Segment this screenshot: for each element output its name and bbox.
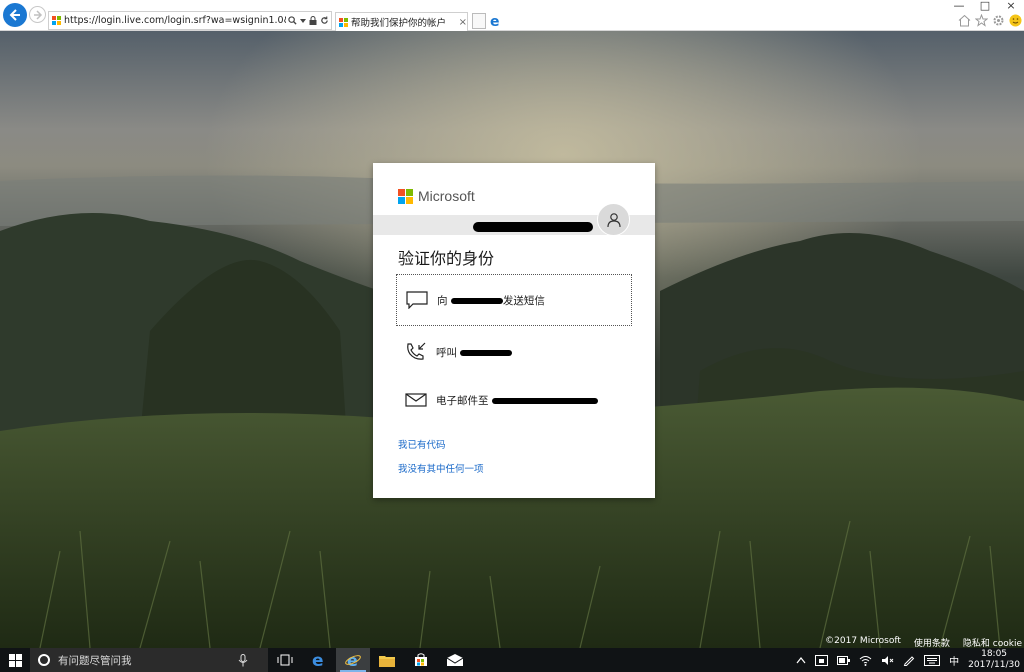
new-tab-button[interactable] [472,13,486,29]
option-label: 电子邮件至 [436,393,598,408]
taskbar-edge[interactable]: e [302,648,336,672]
taskbar-ie[interactable]: e [336,648,370,672]
keyboard-icon[interactable] [924,654,941,666]
arrow-right-icon [33,9,42,20]
svg-text:e: e [490,14,500,29]
window-controls: — □ × [946,0,1024,14]
mail-icon [396,393,436,407]
tab-title: 帮助我们保护你的帐户 [351,18,447,29]
cortana-icon [38,654,50,666]
taskbar-search[interactable]: 有问题尽管问我 [30,648,268,672]
pen-icon[interactable] [903,654,915,666]
site-favicon [52,16,61,25]
store-icon [415,653,427,666]
edge-icon[interactable]: e [489,13,503,30]
mail-icon [447,654,463,666]
smiley-icon[interactable] [1009,14,1022,27]
search-icon[interactable] [288,16,297,25]
option-label: 向 发送短信 [437,293,545,308]
phone-call-icon [396,342,436,362]
page-title: 验证你的身份 [398,249,495,268]
forward-button[interactable] [29,6,46,23]
redacted-phone [450,297,503,304]
close-button[interactable]: × [998,0,1024,14]
taskbar: 有问题尽管问我 e e 中 18:05 2017/11/30 [0,648,1024,672]
have-code-link[interactable]: 我已有代码 [398,437,446,451]
home-icon[interactable] [958,14,971,27]
clock-date: 2017/11/30 [968,660,1020,670]
taskbar-store[interactable] [404,648,438,672]
internet-explorer-icon: e [345,652,361,668]
windows-icon [8,653,22,667]
maximize-button[interactable]: □ [972,0,998,14]
toolbar-icons [958,14,1022,27]
browser-chrome: https://login.live.com/login.srf?wa=wsig… [0,0,1024,31]
lock-icon[interactable] [309,16,317,25]
user-icon [606,212,621,227]
url-text[interactable]: https://login.live.com/login.srf?wa=wsig… [64,15,286,26]
chevron-up-icon[interactable] [796,656,806,664]
ime-indicator[interactable]: 中 [949,653,959,668]
folder-icon [379,655,395,667]
minimize-button[interactable]: — [946,0,972,14]
task-view-button[interactable] [268,648,302,672]
start-button[interactable] [0,648,30,672]
dropdown-icon[interactable] [300,18,306,24]
none-of-these-link[interactable]: 我没有其中任何一项 [398,461,484,475]
gear-icon[interactable] [992,14,1005,27]
redacted-email [491,397,598,404]
taskbar-mail[interactable] [438,648,472,672]
tab-close-button[interactable]: × [459,17,467,28]
address-bar[interactable]: https://login.live.com/login.srf?wa=wsig… [48,11,332,30]
edge-icon: e [312,652,324,668]
microphone-icon[interactable] [238,653,248,667]
back-button[interactable] [3,3,27,27]
option-suffix: 发送短信 [502,294,545,307]
clock-time: 18:05 [981,649,1008,659]
option-prefix: 电子邮件至 [436,394,492,407]
option-email[interactable]: 电子邮件至 [396,374,632,426]
option-label: 呼叫 [436,345,513,360]
task-view-icon [277,654,293,666]
search-placeholder: 有问题尽管问我 [58,654,132,667]
chat-bubble-icon [397,291,437,309]
brand-name: Microsoft [418,188,475,204]
avatar [597,203,630,236]
microsoft-logo-icon [398,188,413,204]
wifi-icon[interactable] [859,655,872,666]
svg-text:e: e [312,652,324,668]
clock[interactable]: 18:05 2017/11/30 [968,649,1020,671]
redacted-phone [460,349,513,356]
option-call[interactable]: 呼叫 [396,326,632,378]
action-center-icon[interactable] [815,654,829,666]
option-prefix: 向 [437,294,451,307]
refresh-icon[interactable] [320,16,329,25]
taskbar-file-explorer[interactable] [370,648,404,672]
svg-text:e: e [347,652,358,668]
account-redacted [473,222,593,232]
star-icon[interactable] [975,14,988,27]
option-send-sms[interactable]: 向 发送短信 [396,274,632,326]
verify-identity-dialog: Microsoft 验证你的身份 向 发送短信 呼叫 电子邮件至 我已有代码 我… [373,163,655,498]
volume-muted-icon[interactable] [881,655,894,666]
battery-icon[interactable] [837,655,851,665]
arrow-left-icon [9,9,20,21]
tab-active[interactable]: 帮助我们保护你的帐户 × [335,12,468,31]
microsoft-logo: Microsoft [398,188,475,204]
option-prefix: 呼叫 [436,346,461,359]
tab-favicon [339,17,348,27]
system-tray: 中 18:05 2017/11/30 [796,648,1024,672]
